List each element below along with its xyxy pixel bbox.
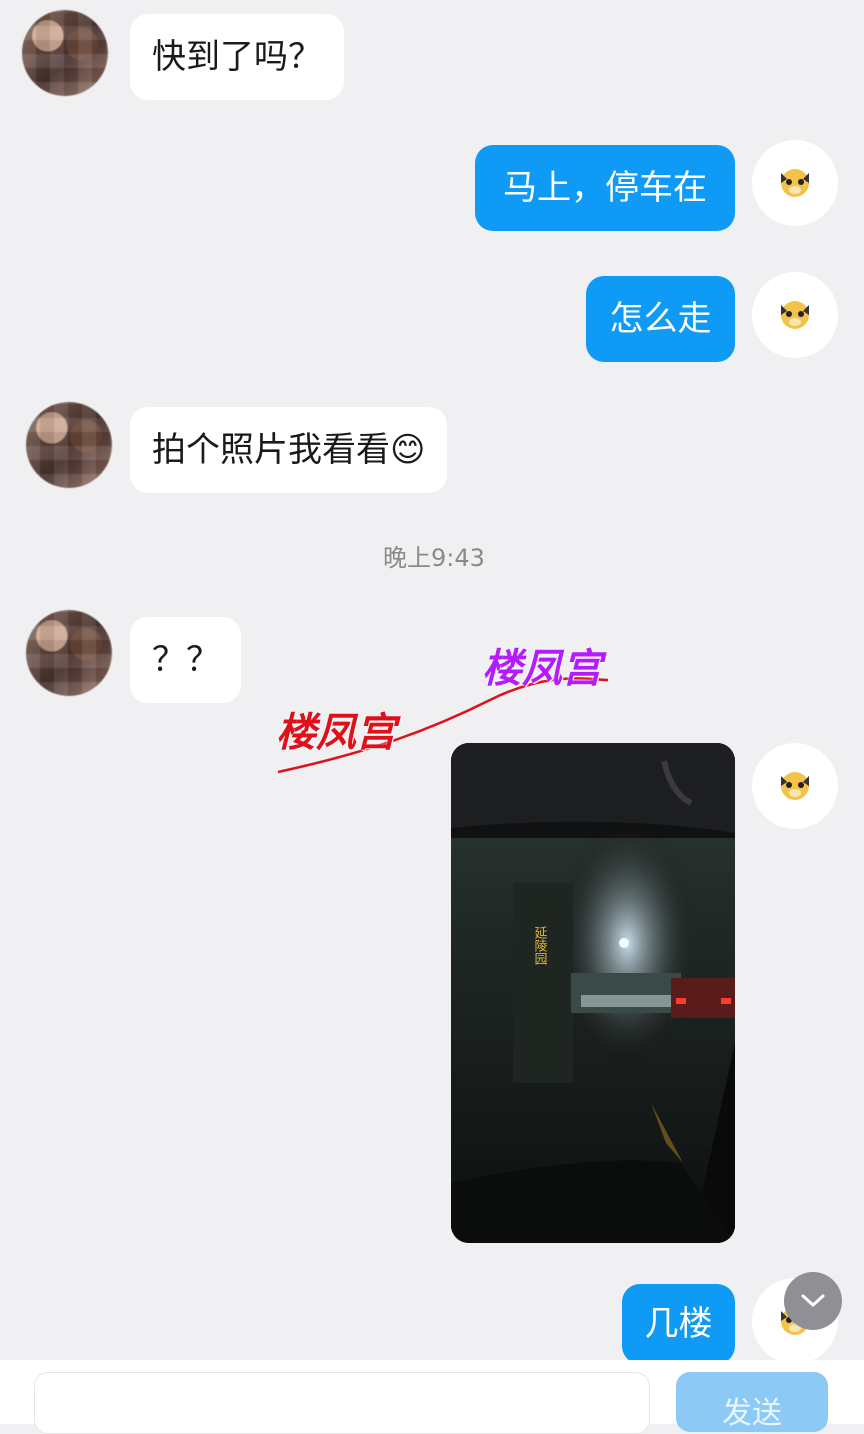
watermark-right: 楼凤宫 (482, 646, 602, 692)
message-input[interactable] (34, 1372, 650, 1434)
avatar[interactable] (26, 610, 112, 696)
message-text: 几楼 (644, 1304, 713, 1344)
smile-emoji-icon: 😊 (390, 430, 426, 470)
message-bubble-outgoing[interactable]: 马上，停车在 (475, 145, 735, 231)
message-text: 马上，停车在 (503, 168, 707, 208)
avatar[interactable] (22, 10, 108, 96)
message-bubble-incoming[interactable]: 拍个照片我看看😊 (130, 407, 448, 493)
chevron-down-icon (801, 1294, 825, 1307)
message-text: 快到了吗？ (152, 37, 322, 77)
dog-avatar-icon (781, 169, 809, 197)
message-bubble-outgoing[interactable]: 几楼 (622, 1284, 735, 1364)
send-button[interactable]: 发送 (676, 1372, 828, 1432)
watermark-left: 楼凤宫 (276, 710, 396, 756)
message-text: 拍个照片我看看 (152, 430, 390, 470)
avatar[interactable] (752, 140, 838, 226)
avatar[interactable] (752, 272, 838, 358)
message-bubble-incoming[interactable]: 快到了吗？ (130, 14, 344, 100)
message-text: ？？ (152, 640, 220, 680)
photo-message[interactable]: 延陵园 (451, 743, 735, 1243)
avatar[interactable] (26, 402, 112, 488)
time-divider: 晚上9:43 (383, 544, 485, 572)
photo-sign-text: 延陵园 (532, 926, 548, 965)
night-street-photo: 延陵园 (451, 743, 735, 1243)
avatar[interactable] (752, 743, 838, 829)
scroll-to-bottom-button[interactable] (784, 1272, 842, 1330)
message-bubble-incoming[interactable]: ？？ (130, 617, 241, 703)
message-bubble-outgoing[interactable]: 怎么走 (586, 276, 735, 362)
dog-avatar-icon (781, 772, 809, 800)
send-label: 发送 (722, 1396, 782, 1431)
dog-avatar-icon (781, 301, 809, 329)
message-text: 怎么走 (609, 299, 712, 339)
